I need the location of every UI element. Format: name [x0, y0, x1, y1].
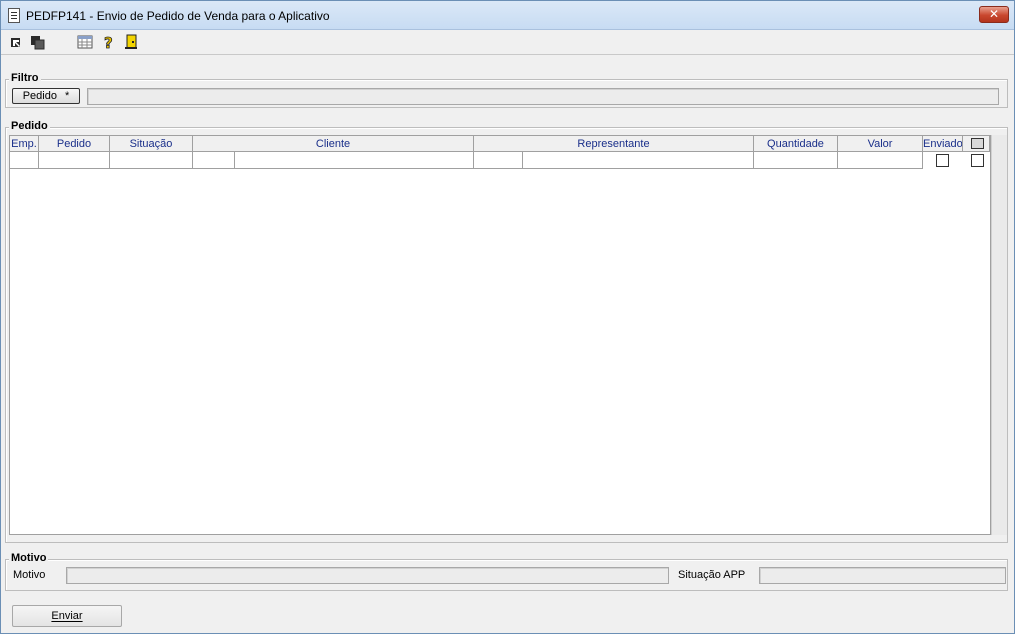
previous-record-icon[interactable]: [30, 34, 46, 50]
table-row-cell-valor[interactable]: [838, 152, 923, 169]
table-scrollbar-area[interactable]: [991, 135, 1007, 535]
table-row-cell-emp[interactable]: [10, 152, 39, 169]
enviar-button[interactable]: Enviar: [12, 605, 122, 627]
table-row-cell-rep-code[interactable]: [474, 152, 523, 169]
help-icon[interactable]: ?: [101, 34, 117, 50]
table-header: Emp. Pedido Situação Cliente Representan…: [10, 136, 990, 152]
select-all-checkbox[interactable]: [971, 138, 984, 149]
pedido-table: Emp. Pedido Situação Cliente Representan…: [9, 135, 991, 535]
pedido-filter-input[interactable]: [87, 88, 999, 105]
filtro-title: Filtro: [9, 72, 41, 84]
col-valor[interactable]: Valor: [838, 136, 923, 152]
document-icon: [8, 8, 20, 23]
col-pedido[interactable]: Pedido: [39, 136, 110, 152]
pedido-filter-button[interactable]: Pedido *: [12, 88, 80, 104]
table-row-cell-cliente-code[interactable]: [193, 152, 235, 169]
table-row-cell-pedido[interactable]: [39, 152, 110, 169]
col-cliente[interactable]: Cliente: [193, 136, 474, 152]
col-situacao[interactable]: Situação: [110, 136, 193, 152]
enviar-label: Enviar: [51, 610, 83, 622]
table-row-cell-cliente-name[interactable]: [235, 152, 474, 169]
row-select-checkbox[interactable]: [971, 154, 984, 167]
pedido-filter-marker: *: [65, 90, 70, 102]
table-row-cell-quantidade[interactable]: [754, 152, 838, 169]
first-record-icon[interactable]: [9, 34, 25, 50]
toolbar: ?: [1, 30, 1014, 55]
situacao-app-field[interactable]: [759, 567, 1006, 584]
pedido-filter-label: Pedido: [22, 90, 57, 102]
motivo-field[interactable]: [66, 567, 669, 584]
title-bar: PEDFP141 - Envio de Pedido de Venda para…: [1, 1, 1014, 30]
col-representante[interactable]: Representante: [474, 136, 754, 152]
main-window: PEDFP141 - Envio de Pedido de Venda para…: [0, 0, 1015, 634]
motivo-group-title: Motivo: [9, 552, 49, 564]
svg-text:?: ?: [104, 34, 113, 50]
col-emp[interactable]: Emp.: [10, 136, 39, 152]
situacao-app-label: Situação APP: [678, 569, 746, 581]
window-title: PEDFP141 - Envio de Pedido de Venda para…: [26, 9, 330, 23]
grid-icon[interactable]: [77, 34, 93, 50]
pedido-group-title: Pedido: [9, 120, 50, 132]
close-button[interactable]: ✕: [979, 6, 1009, 23]
enviado-checkbox[interactable]: [936, 154, 949, 167]
table-row-cell-situacao[interactable]: [110, 152, 193, 169]
col-enviado[interactable]: Enviado: [923, 136, 963, 152]
col-quantidade[interactable]: Quantidade: [754, 136, 838, 152]
exit-icon[interactable]: [123, 34, 139, 50]
table-row-cell-rep-name[interactable]: [523, 152, 754, 169]
motivo-label: Motivo: [13, 569, 46, 581]
